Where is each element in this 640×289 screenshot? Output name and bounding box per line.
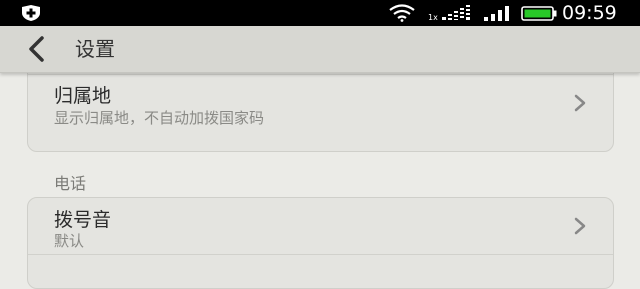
chevron-right-icon [574,94,586,112]
list-item-caller-location[interactable]: 归属地 显示归属地，不自动加拨国家码 [28,75,613,151]
cell-signal-icon [484,6,509,21]
settings-list: 归属地 显示归属地，不自动加拨国家码 电话 拨号音 默认 [0,52,640,289]
1x-signal-icon: 1x [428,5,470,22]
section-header-phone: 电话 [54,174,87,193]
list-item-title: 归属地 [54,85,112,107]
status-bar: 1x 09:59 [0,0,640,26]
network-type-label: 1x [428,13,438,22]
list-item-subtitle: 显示归属地，不自动加拨国家码 [54,109,265,127]
list-item-subtitle: 默认 [54,232,85,250]
list-item-title: 拨号音 [54,209,112,231]
shield-plus-icon [22,5,40,21]
status-time: 09:59 [562,2,617,24]
chevron-right-icon [574,217,586,235]
divider [28,254,613,255]
wifi-icon [389,4,415,22]
battery-icon [521,6,557,21]
list-item-dial-tone[interactable]: 拨号音 默认 [28,198,613,254]
page-title: 设置 [75,37,115,61]
chevron-left-icon[interactable] [20,34,54,64]
settings-card: 拨号音 默认 [27,197,614,289]
title-bar: 设置 [0,26,640,73]
